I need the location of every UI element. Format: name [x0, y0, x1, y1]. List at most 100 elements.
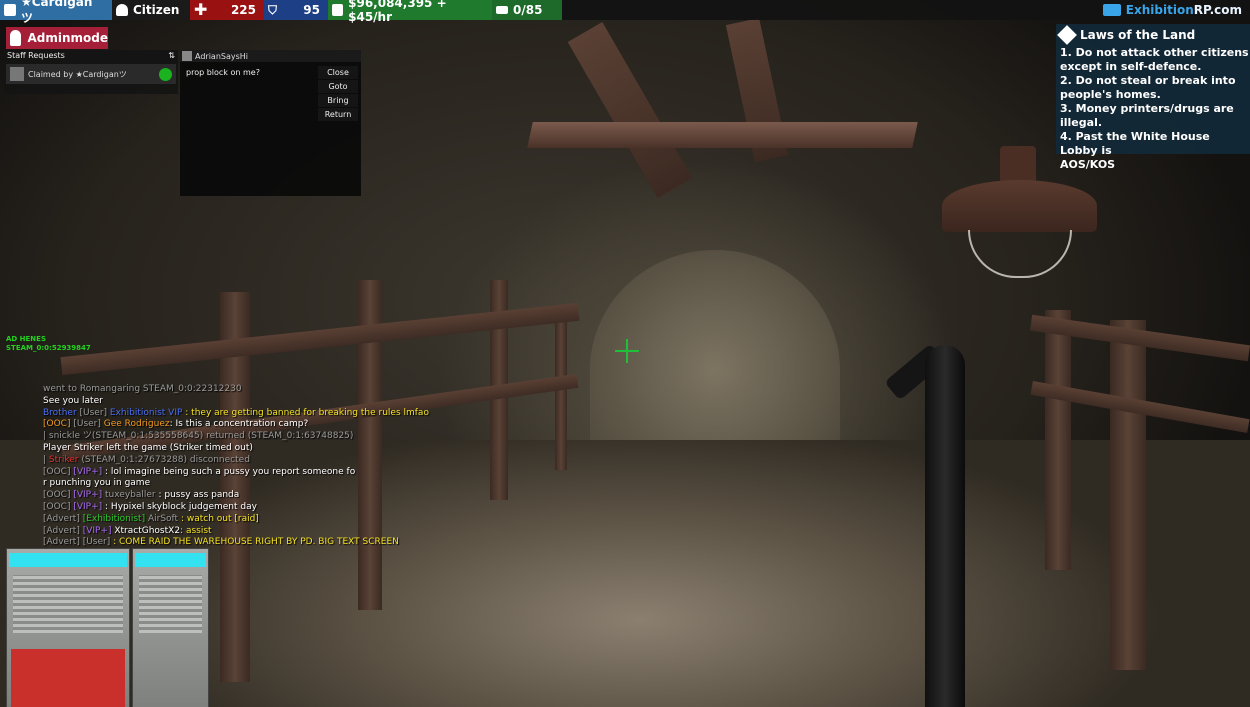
adminmode-label: Adminmode: [27, 31, 108, 45]
health-cross-icon: ✚: [194, 0, 208, 19]
chat-fragment: r punching you in game: [43, 478, 151, 489]
chat-fragment: [User]: [76, 407, 110, 418]
chat-fragment: Player Striker left the game (Striker ti…: [43, 442, 253, 453]
chat-fragment: : Hypixel skyblock judgement day: [105, 501, 257, 512]
server-logo-icon: [1102, 4, 1121, 16]
chat-fragment: [Advert]: [43, 525, 83, 536]
printer-grill: [13, 575, 123, 633]
chat-fragment: XtractGhostX2: [111, 525, 181, 536]
claimed-by-text: Claimed by ★Cardiganツ: [28, 69, 127, 79]
law-line: AOS/KOS: [1060, 158, 1116, 171]
money-printer[interactable]: [132, 548, 209, 707]
shield-icon: ⛉: [268, 2, 278, 17]
chat-line: [OOC] [VIP+] : Hypixel skyblock judgemen…: [43, 502, 443, 514]
chat-line: [OOC] [VIP+] : lol imagine being such a …: [43, 467, 443, 479]
chat-fragment: [VIP+]: [73, 466, 103, 477]
job-label: Citizen: [133, 3, 180, 17]
chat-fragment: [VIP+]: [82, 525, 112, 536]
chat-fragment: [OOC]: [43, 490, 74, 501]
law-line: 4. Past the White House Lobby is: [1060, 130, 1210, 157]
law-line: 2. Do not steal or break into: [1060, 74, 1236, 87]
server-brand: ExhibitionRP.com: [1102, 3, 1250, 17]
fence-post: [1110, 320, 1146, 670]
top-hud: ★Cardiganツ Citizen ✚ 225 ⛉ 95 $96,084,39…: [0, 0, 1250, 25]
chat-fragment: : lol imagine being such a pussy you rep…: [105, 466, 356, 477]
key-icon: [10, 30, 22, 46]
chat-line: r punching you in game: [43, 478, 443, 490]
chat-fragment: [VIP+]: [73, 490, 103, 501]
brand-rest: RP.com: [1193, 3, 1242, 17]
armor-value: 95: [303, 3, 320, 17]
fence-post: [555, 320, 567, 470]
crosshair: [626, 339, 628, 363]
money-segment: $96,084,395 + $45/hr: [328, 0, 492, 24]
chat-line: | snickle ツ(STEAM_0:1:535558645) returne…: [43, 431, 443, 443]
props-value: 0/85: [513, 3, 543, 17]
overlay-player-name: AD HENES: [6, 335, 46, 343]
request-player-name: AdrianSaysHi: [195, 51, 249, 61]
request-message: prop block on me?: [186, 68, 260, 77]
ceiling-beam: [567, 22, 693, 198]
gavel-icon: [1057, 25, 1077, 45]
bring-button[interactable]: Bring: [318, 94, 358, 107]
health-segment: ✚ 225: [190, 0, 264, 20]
edit-icon: [4, 4, 16, 16]
chat-fragment: [OOC]: [43, 419, 74, 430]
chat-line: [OOC] [User] Gee Rodriguez: Is this a co…: [43, 419, 443, 431]
printer-screen: [9, 553, 127, 567]
laws-panel: Laws of the Land 1. Do not attack other …: [1056, 24, 1250, 171]
collapse-icon[interactable]: ⇅: [168, 51, 175, 60]
status-dot-icon: [159, 67, 172, 81]
player-name: ★Cardiganツ: [20, 0, 93, 25]
chat-fragment: Brother: [43, 407, 77, 418]
lamp-cage: [968, 230, 1072, 278]
chat-fragment: [OOC]: [43, 466, 74, 477]
chat-line: [Advert] [Exhibitionist] AirSoft : watch…: [43, 514, 443, 526]
staff-request-row[interactable]: Claimed by ★Cardiganツ: [6, 64, 176, 84]
chat-fragment: went to Romangaring STEAM_0:0:22312230: [43, 384, 242, 394]
chat-fragment: tuxeyballer: [102, 490, 159, 501]
laws-title: Laws of the Land: [1080, 28, 1196, 42]
chat-line: See you later: [43, 396, 443, 408]
lamp-shade: [942, 180, 1097, 232]
chat-fragment: (STEAM_0:1:63748825): [247, 431, 354, 442]
prop-icon: [496, 6, 508, 14]
return-button[interactable]: Return: [318, 108, 358, 121]
person-icon: [116, 4, 128, 16]
money-printer[interactable]: [6, 548, 130, 707]
chat-fragment: : they are getting banned for breaking t…: [185, 407, 429, 418]
avatar: [10, 67, 24, 81]
chat-fragment: AirSoft: [145, 513, 181, 524]
crowbar-weapon: [925, 345, 965, 707]
goto-button[interactable]: Goto: [318, 80, 358, 93]
chat-fragment: Exhibitionist VIP: [109, 407, 186, 418]
chat-fragment: [OOC]: [43, 501, 74, 512]
player-name-segment: ★Cardiganツ: [0, 0, 112, 25]
health-value: 225: [230, 3, 256, 17]
chat-fragment: [User]: [82, 537, 114, 548]
chat-line: [OOC] [VIP+] tuxeyballer : pussy ass pan…: [43, 490, 443, 502]
chat-fragment: [Advert]: [43, 513, 83, 524]
job-segment: Citizen: [112, 0, 190, 20]
chat-fragment: (STEAM_0:1:27673288) disconnected: [78, 454, 250, 465]
chat-line: [Advert] [VIP+] XtractGhostX2: assist: [43, 526, 443, 538]
law-line: 1. Do not attack other citizens: [1060, 46, 1249, 59]
chat-fragment: | snickle ツ(STEAM_0:1:535558645) returne…: [43, 431, 248, 442]
staff-requests-title: Staff Requests: [7, 51, 65, 60]
ceiling-beam: [527, 122, 918, 148]
chat-fragment: : pussy ass panda: [158, 490, 240, 501]
close-button[interactable]: Close: [318, 66, 358, 79]
money-value: $96,084,395 + $45/hr: [348, 0, 447, 24]
printer-panel: [11, 649, 125, 707]
chat-fragment: Gee Rodriguez: [103, 419, 170, 430]
laws-header: Laws of the Land: [1056, 24, 1250, 46]
overlay-steam-id: STEAM_0:0:52939847: [6, 344, 91, 352]
chat-fragment: : Is this a concentration camp?: [169, 419, 309, 430]
chat-fragment: [Exhibitionist]: [82, 513, 146, 524]
chat-box: went to Romangaring STEAM_0:0:22312230 Se…: [43, 384, 443, 549]
printer-grill: [139, 575, 202, 633]
props-segment: 0/85: [492, 0, 562, 20]
chat-fragment: : COME RAID THE WAREHOUSE RIGHT BY PD. B…: [113, 537, 399, 548]
staff-requests-panel: Staff Requests ⇅ Claimed by ★Cardiganツ: [4, 50, 178, 94]
armor-segment: ⛉ 95: [264, 0, 328, 20]
